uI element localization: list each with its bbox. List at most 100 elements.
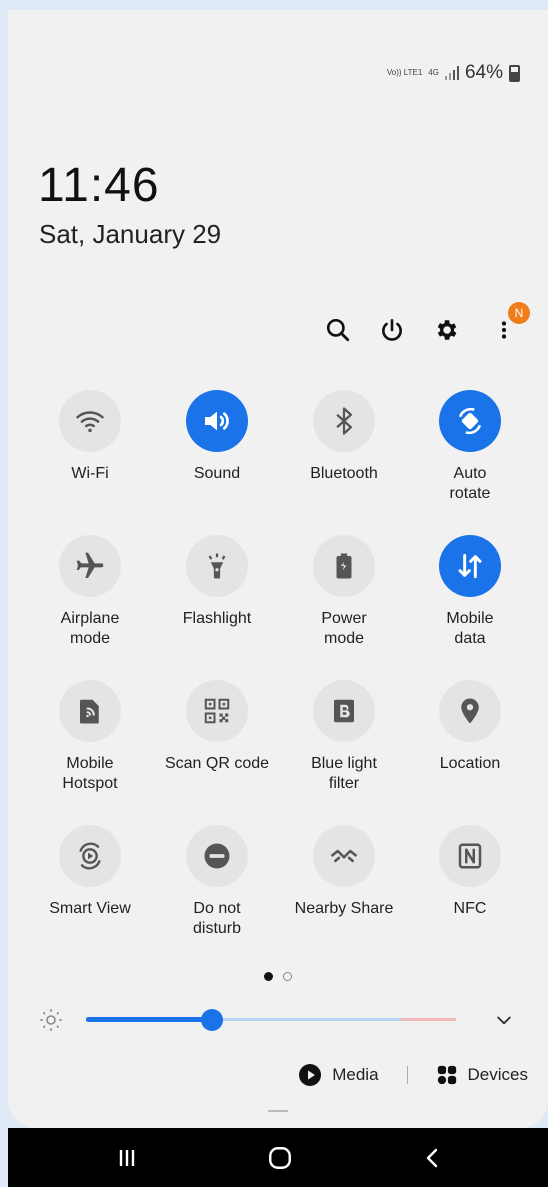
tile-flashlight[interactable]: Flashlight (153, 535, 281, 629)
sun-icon (40, 1009, 62, 1031)
search-icon[interactable] (318, 310, 358, 350)
tile-bluetooth[interactable]: Bluetooth (280, 390, 408, 484)
nfc-icon (458, 843, 482, 869)
brightness-knob[interactable] (201, 1009, 223, 1031)
tile-dnd-circle[interactable] (186, 825, 248, 887)
signal-icon (444, 66, 459, 80)
tile-label: Wi-Fi (71, 465, 109, 482)
tile-mobile-data[interactable]: Mobile data (406, 535, 534, 649)
power-mode-icon (336, 553, 352, 579)
divider (406, 1066, 408, 1084)
tile-label: Flashlight (182, 610, 252, 627)
clock-date[interactable]: Sat, January 29 (39, 219, 221, 250)
tile-label: NFC (453, 900, 487, 917)
tile-auto-rotate-circle[interactable] (439, 390, 501, 452)
header-actions: N (312, 302, 532, 350)
tile-nearby-share-circle[interactable] (313, 825, 375, 887)
tile-location-circle[interactable] (439, 680, 501, 742)
navigation-bar (8, 1128, 548, 1187)
gear-icon[interactable] (426, 310, 466, 350)
tile-label: Smart View (49, 900, 131, 917)
sound-icon (205, 411, 229, 431)
media-button[interactable]: Media (298, 1063, 379, 1087)
tile-label: Blue light filter (311, 755, 377, 792)
page-dot-active[interactable] (264, 972, 273, 981)
chevron-down-icon[interactable] (494, 1010, 514, 1030)
tile-nearby-share[interactable]: Nearby Share (280, 825, 408, 919)
tile-blue-light-filter[interactable]: Blue light filter (280, 680, 408, 794)
tile-qr-circle[interactable] (186, 680, 248, 742)
auto-rotate-icon (458, 407, 482, 435)
home-button[interactable] (245, 1128, 315, 1187)
tile-scan-qr-code[interactable]: Scan QR code (153, 680, 281, 774)
tile-nfc[interactable]: NFC (406, 825, 534, 919)
tile-airplane-mode[interactable]: Airplane mode (26, 535, 154, 649)
tile-sound[interactable]: Sound (153, 390, 281, 484)
clock-time[interactable]: 11:46 (38, 158, 160, 213)
home-icon (269, 1146, 291, 1169)
devices-grid-icon (437, 1065, 456, 1085)
more-vertical-icon[interactable]: N (484, 302, 530, 350)
tile-label: Mobile data (446, 610, 494, 647)
qr-code-icon (204, 698, 230, 724)
quick-settings-panel: Vo)) LTE1 4G 64% 11:46 Sat, January 29 N (8, 10, 548, 1128)
network-indicator: 4G (428, 68, 439, 77)
tile-wifi[interactable]: Wi-Fi (26, 390, 154, 484)
play-circle-icon (299, 1064, 322, 1086)
back-button[interactable] (398, 1128, 468, 1187)
devices-label: Devices (467, 1065, 528, 1084)
tile-label: Location (439, 755, 501, 772)
recent-apps-icon (119, 1149, 135, 1166)
flashlight-icon (208, 553, 226, 579)
tile-label: Mobile Hotspot (62, 755, 118, 792)
tile-flashlight-circle[interactable] (186, 535, 248, 597)
status-bar: Vo)) LTE1 4G 64% (387, 62, 520, 84)
hotspot-icon (80, 699, 99, 724)
tile-wifi-circle[interactable] (59, 390, 121, 452)
tile-blue-light-circle[interactable] (313, 680, 375, 742)
brightness-slider[interactable] (8, 1002, 548, 1038)
tile-label: Auto rotate (449, 465, 491, 502)
tile-smart-view-circle[interactable] (59, 825, 121, 887)
nearby-share-icon (330, 849, 358, 863)
page-indicator (8, 972, 548, 981)
bluetooth-icon (336, 407, 352, 435)
blue-light-icon (334, 699, 354, 723)
tile-mobile-hotspot[interactable]: Mobile Hotspot (26, 680, 154, 794)
volte-indicator: Vo)) LTE1 (386, 68, 423, 77)
tile-label: Scan QR code (164, 755, 270, 772)
airplane-icon (76, 552, 104, 578)
brightness-fill (86, 1017, 212, 1022)
drag-handle[interactable] (268, 1110, 288, 1112)
tile-hotspot-circle[interactable] (59, 680, 121, 742)
tile-auto-rotate[interactable]: Auto rotate (406, 390, 534, 504)
tile-location[interactable]: Location (406, 680, 534, 774)
mobile-data-icon (458, 553, 482, 579)
tile-label: Power mode (321, 610, 367, 647)
tile-bluetooth-circle[interactable] (313, 390, 375, 452)
wifi-icon (76, 411, 104, 433)
tile-label: Sound (193, 465, 241, 482)
tile-label: Nearby Share (294, 900, 394, 917)
tile-power-mode-circle[interactable] (313, 535, 375, 597)
notification-badge: N (508, 302, 530, 324)
tile-label: Do not disturb (192, 900, 242, 937)
smart-view-icon (79, 842, 101, 870)
battery-percent: 64% (464, 62, 503, 83)
battery-icon (509, 64, 520, 82)
tile-do-not-disturb[interactable]: Do not disturb (153, 825, 281, 939)
do-not-disturb-icon (204, 843, 230, 869)
tile-airplane-circle[interactable] (59, 535, 121, 597)
tile-power-mode[interactable]: Power mode (280, 535, 408, 649)
tile-smart-view[interactable]: Smart View (26, 825, 154, 919)
media-devices-row: Media Devices (298, 1060, 528, 1090)
page-dot-inactive[interactable] (283, 972, 292, 981)
power-icon[interactable] (372, 310, 412, 350)
back-icon (426, 1148, 438, 1167)
tile-nfc-circle[interactable] (439, 825, 501, 887)
devices-button[interactable]: Devices (436, 1064, 528, 1086)
location-icon (461, 698, 479, 724)
recent-apps-button[interactable] (92, 1128, 162, 1187)
tile-mobile-data-circle[interactable] (439, 535, 501, 597)
tile-sound-circle[interactable] (186, 390, 248, 452)
